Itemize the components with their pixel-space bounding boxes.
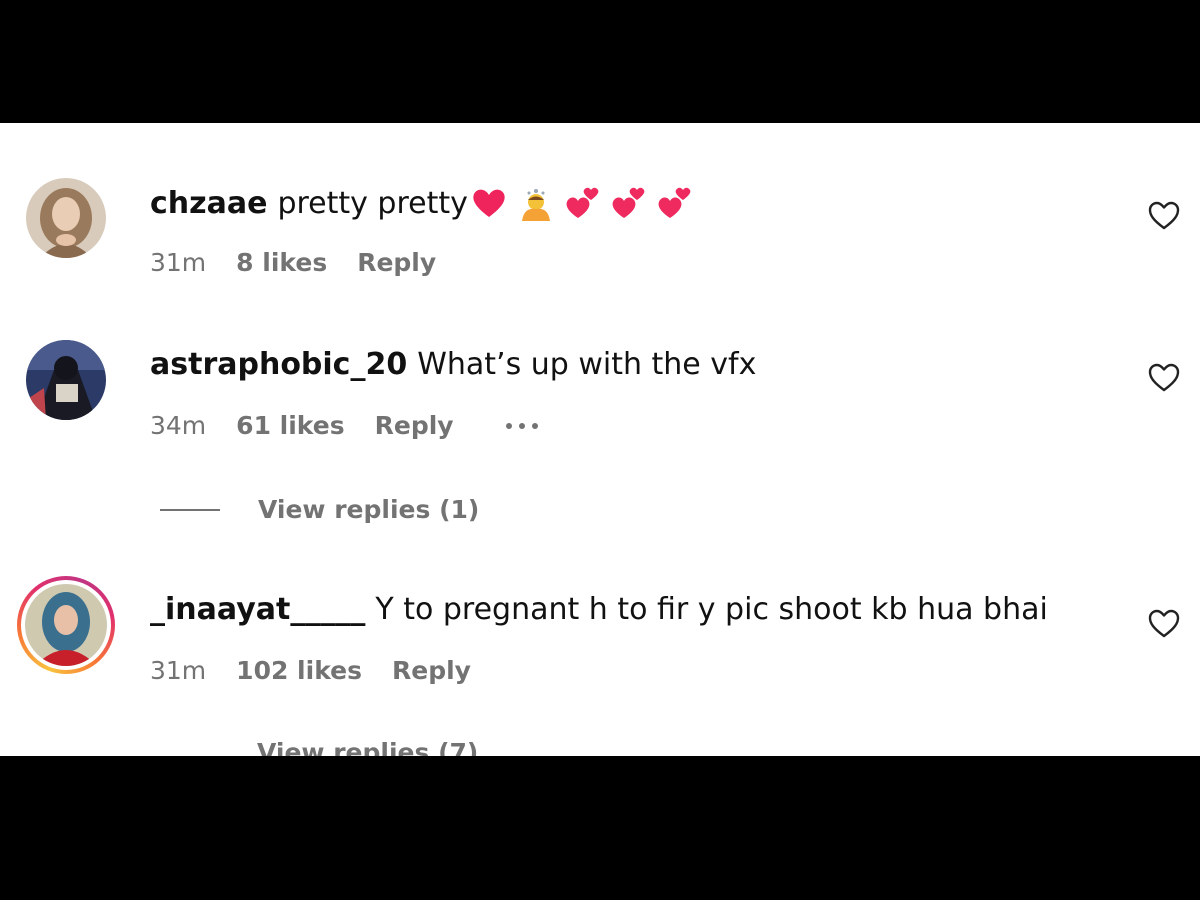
comment-line: chzaae pretty pretty [150,185,692,221]
heart-outline-icon[interactable] [1148,363,1180,393]
timestamp: 31m [150,656,207,685]
username[interactable]: astraphobic_20 [150,347,407,382]
story-ring[interactable] [17,576,115,674]
comment-meta: 34m 61 likes Reply [150,411,538,440]
reply-button[interactable]: Reply [357,248,436,277]
likes-count[interactable]: 61 likes [236,411,344,440]
comment-text: Y to pregnant h to fir y pic shoot kb hu… [375,592,1048,627]
reply-button[interactable]: Reply [392,656,471,685]
reply-button[interactable]: Reply [375,411,454,440]
likes-count[interactable]: 102 likes [236,656,362,685]
timestamp: 31m [150,248,207,277]
two-hearts-emoji [612,187,645,218]
comment-meta: 31m 8 likes Reply [150,248,436,277]
more-horizontal-icon[interactable] [505,422,538,429]
username[interactable]: _inaayat_____ [150,592,365,627]
avatar[interactable] [26,178,106,258]
red-heart-emoji [473,189,505,217]
person-bowing-emoji [521,189,550,221]
likes-count[interactable]: 8 likes [236,248,327,277]
view-replies-button[interactable]: View replies (7) [257,738,478,756]
view-replies-label: View replies (7) [257,738,479,756]
heart-outline-icon[interactable] [1148,201,1180,231]
comment-line: astraphobic_20 What’s up with the vfx [150,347,756,382]
comments-panel: chzaae pretty pretty 31m 8 likes Reply a… [0,123,1200,756]
comment-line: _inaayat_____ Y to pregnant h to fir y p… [150,592,1048,627]
timestamp: 34m [150,411,207,440]
comment-text: What’s up with the vfx [417,347,757,382]
view-replies-label: View replies (1) [258,495,480,524]
comment-meta: 31m 102 likes Reply [150,656,471,685]
avatar[interactable] [26,340,106,420]
two-hearts-emoji [658,187,691,218]
two-hearts-emoji [566,187,599,218]
avatar[interactable] [25,584,107,666]
divider [160,508,220,511]
heart-outline-icon[interactable] [1148,609,1180,639]
comment-text: pretty pretty [277,185,468,221]
username[interactable]: chzaae [150,186,267,221]
view-replies-button[interactable]: View replies (1) [160,495,479,524]
